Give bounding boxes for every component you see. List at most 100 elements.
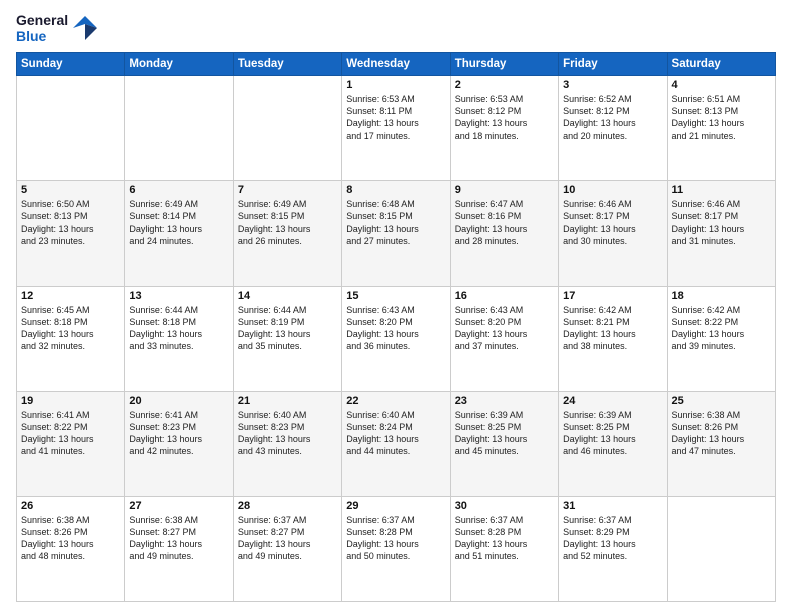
day-info: Sunrise: 6:40 AM Sunset: 8:24 PM Dayligh… (346, 409, 445, 458)
day-info: Sunrise: 6:48 AM Sunset: 8:15 PM Dayligh… (346, 198, 445, 247)
day-number: 14 (238, 290, 337, 302)
calendar-cell: 19 Sunrise: 6:41 AM Sunset: 8:22 PM Dayli… (17, 391, 125, 496)
calendar-cell: 1Sunrise: 6:53 AM Sunset: 8:11 PM Daylig… (342, 76, 450, 181)
page: General Blue SundayMondayTuesdayWednesda… (0, 0, 792, 612)
calendar-cell: 14 Sunrise: 6:44 AM Sunset: 8:19 PM Dayli… (233, 286, 341, 391)
day-number: 9 (455, 184, 554, 196)
day-number: 30 (455, 500, 554, 512)
day-number: 11 (672, 184, 771, 196)
calendar-cell: 6 Sunrise: 6:49 AM Sunset: 8:14 PM Daylig… (125, 181, 233, 286)
calendar-cell: 9Sunrise: 6:47 AM Sunset: 8:16 PM Daylig… (450, 181, 558, 286)
calendar-cell: 28 Sunrise: 6:37 AM Sunset: 8:27 PM Dayli… (233, 496, 341, 601)
day-info: Sunrise: 6:51 AM Sunset: 8:13 PM Dayligh… (672, 93, 771, 142)
calendar-cell: 21Sunrise: 6:40 AM Sunset: 8:23 PM Dayli… (233, 391, 341, 496)
calendar-cell: 26Sunrise: 6:38 AM Sunset: 8:26 PM Dayli… (17, 496, 125, 601)
day-info: Sunrise: 6:37 AM Sunset: 8:27 PM Dayligh… (238, 514, 337, 563)
day-number: 8 (346, 184, 445, 196)
calendar-cell: 17 Sunrise: 6:42 AM Sunset: 8:21 PM Dayli… (559, 286, 667, 391)
weekday-header-monday: Monday (125, 53, 233, 76)
day-info: Sunrise: 6:41 AM Sunset: 8:23 PM Dayligh… (129, 409, 228, 458)
calendar-cell: 4 Sunrise: 6:51 AM Sunset: 8:13 PM Daylig… (667, 76, 775, 181)
day-number: 18 (672, 290, 771, 302)
day-info: Sunrise: 6:53 AM Sunset: 8:12 PM Dayligh… (455, 93, 554, 142)
calendar-cell: 7 Sunrise: 6:49 AM Sunset: 8:15 PM Daylig… (233, 181, 341, 286)
calendar-week-row: 5Sunrise: 6:50 AM Sunset: 8:13 PM Daylig… (17, 181, 776, 286)
day-number: 12 (21, 290, 120, 302)
calendar-cell: 20 Sunrise: 6:41 AM Sunset: 8:23 PM Dayli… (125, 391, 233, 496)
calendar-header-row: SundayMondayTuesdayWednesdayThursdayFrid… (17, 53, 776, 76)
day-number: 27 (129, 500, 228, 512)
day-number: 13 (129, 290, 228, 302)
day-info: Sunrise: 6:44 AM Sunset: 8:18 PM Dayligh… (129, 304, 228, 353)
day-number: 23 (455, 395, 554, 407)
calendar-cell (125, 76, 233, 181)
day-number: 7 (238, 184, 337, 196)
calendar-week-row: 26Sunrise: 6:38 AM Sunset: 8:26 PM Dayli… (17, 496, 776, 601)
calendar-week-row: 19 Sunrise: 6:41 AM Sunset: 8:22 PM Dayli… (17, 391, 776, 496)
weekday-header-wednesday: Wednesday (342, 53, 450, 76)
day-number: 20 (129, 395, 228, 407)
day-info: Sunrise: 6:46 AM Sunset: 8:17 PM Dayligh… (563, 198, 662, 247)
calendar-cell: 24 Sunrise: 6:39 AM Sunset: 8:25 PM Dayli… (559, 391, 667, 496)
day-number: 16 (455, 290, 554, 302)
calendar-cell (233, 76, 341, 181)
day-info: Sunrise: 6:39 AM Sunset: 8:25 PM Dayligh… (455, 409, 554, 458)
day-info: Sunrise: 6:41 AM Sunset: 8:22 PM Dayligh… (21, 409, 120, 458)
day-info: Sunrise: 6:37 AM Sunset: 8:28 PM Dayligh… (346, 514, 445, 563)
weekday-header-sunday: Sunday (17, 53, 125, 76)
calendar-cell: 29 Sunrise: 6:37 AM Sunset: 8:28 PM Dayli… (342, 496, 450, 601)
day-info: Sunrise: 6:49 AM Sunset: 8:15 PM Dayligh… (238, 198, 337, 247)
logo-icon (71, 14, 99, 42)
calendar-cell (17, 76, 125, 181)
calendar-cell: 8 Sunrise: 6:48 AM Sunset: 8:15 PM Daylig… (342, 181, 450, 286)
day-info: Sunrise: 6:42 AM Sunset: 8:21 PM Dayligh… (563, 304, 662, 353)
calendar-cell: 16Sunrise: 6:43 AM Sunset: 8:20 PM Dayli… (450, 286, 558, 391)
calendar-cell: 12 Sunrise: 6:45 AM Sunset: 8:18 PM Dayli… (17, 286, 125, 391)
calendar-cell: 22Sunrise: 6:40 AM Sunset: 8:24 PM Dayli… (342, 391, 450, 496)
weekday-header-thursday: Thursday (450, 53, 558, 76)
calendar-cell: 11 Sunrise: 6:46 AM Sunset: 8:17 PM Dayli… (667, 181, 775, 286)
day-number: 4 (672, 79, 771, 91)
day-number: 29 (346, 500, 445, 512)
day-info: Sunrise: 6:39 AM Sunset: 8:25 PM Dayligh… (563, 409, 662, 458)
day-number: 1 (346, 79, 445, 91)
header: General Blue (16, 12, 776, 44)
day-number: 10 (563, 184, 662, 196)
calendar-cell: 23 Sunrise: 6:39 AM Sunset: 8:25 PM Dayli… (450, 391, 558, 496)
calendar-cell: 25 Sunrise: 6:38 AM Sunset: 8:26 PM Dayli… (667, 391, 775, 496)
calendar-cell: 30Sunrise: 6:37 AM Sunset: 8:28 PM Dayli… (450, 496, 558, 601)
day-info: Sunrise: 6:52 AM Sunset: 8:12 PM Dayligh… (563, 93, 662, 142)
weekday-header-friday: Friday (559, 53, 667, 76)
day-info: Sunrise: 6:46 AM Sunset: 8:17 PM Dayligh… (672, 198, 771, 247)
calendar-cell: 10 Sunrise: 6:46 AM Sunset: 8:17 PM Dayli… (559, 181, 667, 286)
calendar-cell: 15Sunrise: 6:43 AM Sunset: 8:20 PM Dayli… (342, 286, 450, 391)
day-number: 6 (129, 184, 228, 196)
calendar-cell: 5Sunrise: 6:50 AM Sunset: 8:13 PM Daylig… (17, 181, 125, 286)
day-info: Sunrise: 6:38 AM Sunset: 8:27 PM Dayligh… (129, 514, 228, 563)
calendar-cell: 2 Sunrise: 6:53 AM Sunset: 8:12 PM Daylig… (450, 76, 558, 181)
day-number: 2 (455, 79, 554, 91)
calendar-cell: 13 Sunrise: 6:44 AM Sunset: 8:18 PM Dayli… (125, 286, 233, 391)
logo: General Blue (16, 12, 99, 44)
day-number: 28 (238, 500, 337, 512)
day-number: 17 (563, 290, 662, 302)
day-number: 26 (21, 500, 120, 512)
day-info: Sunrise: 6:37 AM Sunset: 8:29 PM Dayligh… (563, 514, 662, 563)
day-number: 15 (346, 290, 445, 302)
day-number: 24 (563, 395, 662, 407)
day-number: 31 (563, 500, 662, 512)
calendar-cell: 27 Sunrise: 6:38 AM Sunset: 8:27 PM Dayli… (125, 496, 233, 601)
day-number: 21 (238, 395, 337, 407)
day-number: 19 (21, 395, 120, 407)
calendar-week-row: 1Sunrise: 6:53 AM Sunset: 8:11 PM Daylig… (17, 76, 776, 181)
day-info: Sunrise: 6:45 AM Sunset: 8:18 PM Dayligh… (21, 304, 120, 353)
day-info: Sunrise: 6:50 AM Sunset: 8:13 PM Dayligh… (21, 198, 120, 247)
day-number: 25 (672, 395, 771, 407)
weekday-header-saturday: Saturday (667, 53, 775, 76)
day-info: Sunrise: 6:44 AM Sunset: 8:19 PM Dayligh… (238, 304, 337, 353)
calendar-week-row: 12 Sunrise: 6:45 AM Sunset: 8:18 PM Dayli… (17, 286, 776, 391)
day-info: Sunrise: 6:49 AM Sunset: 8:14 PM Dayligh… (129, 198, 228, 247)
weekday-header-tuesday: Tuesday (233, 53, 341, 76)
day-info: Sunrise: 6:38 AM Sunset: 8:26 PM Dayligh… (672, 409, 771, 458)
logo-text: General Blue (16, 12, 99, 44)
